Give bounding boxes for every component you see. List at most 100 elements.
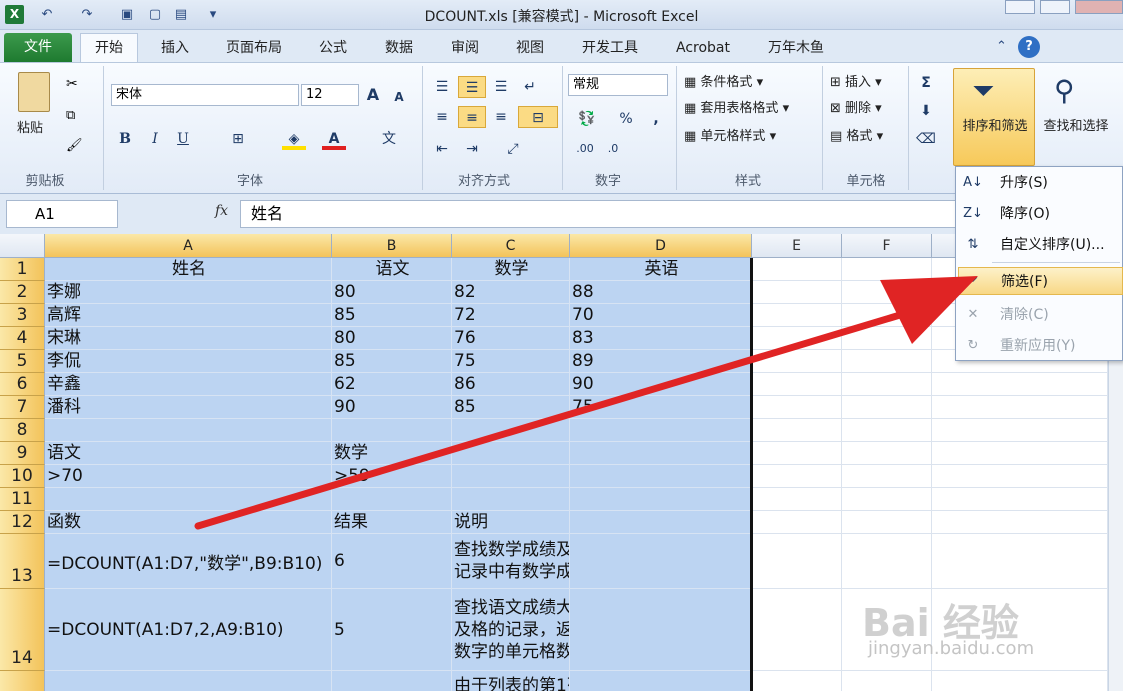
column-header-f[interactable]: F [842, 234, 932, 258]
tab-insert[interactable]: 插入 [150, 36, 200, 62]
align-center-icon[interactable]: ≡ [458, 106, 486, 128]
cell-d8[interactable] [570, 419, 752, 442]
cell-empty[interactable] [752, 442, 842, 465]
help-icon[interactable]: ? [1018, 36, 1040, 58]
cell-c10[interactable] [452, 465, 570, 488]
paste-button[interactable]: 粘贴 [17, 118, 43, 140]
cell-empty[interactable] [752, 419, 842, 442]
cell-b1[interactable]: 语文 [332, 258, 452, 281]
fx-label[interactable]: fx [215, 203, 239, 219]
row-header[interactable]: 11 [0, 488, 45, 511]
cell-empty[interactable] [842, 350, 932, 373]
cell-empty[interactable] [842, 488, 932, 511]
cell-a9[interactable]: 语文 [45, 442, 332, 465]
maximize-button[interactable] [1040, 0, 1070, 14]
cell-empty[interactable] [752, 465, 842, 488]
cell-d[interactable] [570, 671, 752, 691]
cell-d12[interactable] [570, 511, 752, 534]
cell-empty[interactable] [932, 511, 1108, 534]
cell-d3[interactable]: 70 [570, 304, 752, 327]
cell-empty[interactable] [842, 511, 932, 534]
cell-d2[interactable]: 88 [570, 281, 752, 304]
delete-cells-button[interactable]: ⊠ 删除 ▾ [830, 98, 910, 120]
menu-sort-descending[interactable]: 降序(O) [958, 200, 1123, 228]
cell-c13[interactable]: 查找数学成绩及格的记录，返回记录中有数学成绩的单元格数 [452, 534, 570, 589]
cell-d11[interactable] [570, 488, 752, 511]
cell-empty[interactable] [932, 396, 1108, 419]
cell-b5[interactable]: 85 [332, 350, 452, 373]
cell-d14[interactable] [570, 589, 752, 671]
menu-sort-ascending[interactable]: 升序(S) [958, 169, 1123, 197]
comma-button[interactable]: , [648, 108, 664, 130]
cell-c6[interactable]: 86 [452, 373, 570, 396]
font-color-icon[interactable]: A [322, 128, 346, 150]
cell-empty[interactable] [752, 488, 842, 511]
shrink-font-button[interactable]: A [392, 86, 406, 108]
row-header[interactable]: 14 [0, 589, 45, 671]
row-header[interactable]: 4 [0, 327, 45, 350]
cell-b11[interactable] [332, 488, 452, 511]
cell-d4[interactable]: 83 [570, 327, 752, 350]
row-header[interactable]: 9 [0, 442, 45, 465]
cell-d9[interactable] [570, 442, 752, 465]
row-header[interactable]: 1 [0, 258, 45, 281]
cell-b9[interactable]: 数学 [332, 442, 452, 465]
cell-b14[interactable]: 5 [332, 589, 452, 671]
grow-font-button[interactable]: A [364, 84, 382, 106]
cell-empty[interactable] [752, 258, 842, 281]
decrease-decimal-icon[interactable]: .0 [600, 138, 626, 160]
cell-empty[interactable] [752, 671, 842, 691]
cell-empty[interactable] [842, 396, 932, 419]
format-as-table-button[interactable]: ▦ 套用表格格式 ▾ [684, 98, 814, 120]
row-header[interactable]: 6 [0, 373, 45, 396]
row-header[interactable]: 5 [0, 350, 45, 373]
increase-decimal-icon[interactable]: .00 [572, 138, 598, 160]
cell-d13[interactable] [570, 534, 752, 589]
tab-home[interactable]: 开始 [80, 33, 138, 63]
cell-a3[interactable]: 高辉 [45, 304, 332, 327]
row-header[interactable]: 3 [0, 304, 45, 327]
cut-icon[interactable]: ✂ [66, 76, 78, 92]
collapse-ribbon-icon[interactable]: ⌃ [996, 39, 1007, 54]
column-header-a[interactable]: A [45, 234, 332, 258]
fill-color-icon[interactable]: ◈ [282, 128, 306, 150]
tab-view[interactable]: 视图 [505, 36, 555, 62]
cell-c3[interactable]: 72 [452, 304, 570, 327]
format-cells-button[interactable]: ▤ 格式 ▾ [830, 126, 910, 148]
paste-icon[interactable] [18, 72, 50, 112]
cell-b7[interactable]: 90 [332, 396, 452, 419]
cell-b12[interactable]: 结果 [332, 511, 452, 534]
cell-c[interactable]: 由于列表的第1列不是数字，函数 [452, 671, 570, 691]
column-header-b[interactable]: B [332, 234, 452, 258]
tab-developer[interactable]: 开发工具 [570, 36, 650, 62]
cell-empty[interactable] [752, 396, 842, 419]
cell-empty[interactable] [842, 304, 932, 327]
cell-empty[interactable] [842, 465, 932, 488]
cell-empty[interactable] [842, 671, 932, 691]
row-header[interactable]: 7 [0, 396, 45, 419]
font-name-combo[interactable]: 宋体 [111, 84, 299, 106]
merge-center-icon[interactable]: ⊟ [518, 106, 558, 128]
cell-b6[interactable]: 62 [332, 373, 452, 396]
underline-button[interactable]: U [172, 128, 194, 150]
bold-button[interactable]: B [114, 128, 136, 150]
cell-a10[interactable]: >70 [45, 465, 332, 488]
cell-empty[interactable] [752, 304, 842, 327]
cell-c11[interactable] [452, 488, 570, 511]
cell-empty[interactable] [752, 534, 842, 589]
cell-empty[interactable] [752, 373, 842, 396]
cell-c2[interactable]: 82 [452, 281, 570, 304]
cell-empty[interactable] [932, 373, 1108, 396]
cell-b13[interactable]: 6 [332, 534, 452, 589]
row-header[interactable]: 12 [0, 511, 45, 534]
column-header-e[interactable]: E [752, 234, 842, 258]
cell-d10[interactable] [570, 465, 752, 488]
cell-empty[interactable] [752, 511, 842, 534]
format-painter-icon[interactable]: 🖌 [66, 138, 83, 153]
tab-wannian[interactable]: 万年木鱼 [760, 36, 832, 62]
font-size-combo[interactable]: 12 [301, 84, 359, 106]
row-header[interactable]: 8 [0, 419, 45, 442]
row-header[interactable] [0, 671, 45, 691]
tab-data[interactable]: 数据 [374, 36, 424, 62]
insert-cells-button[interactable]: ⊞ 插入 ▾ [830, 72, 910, 94]
